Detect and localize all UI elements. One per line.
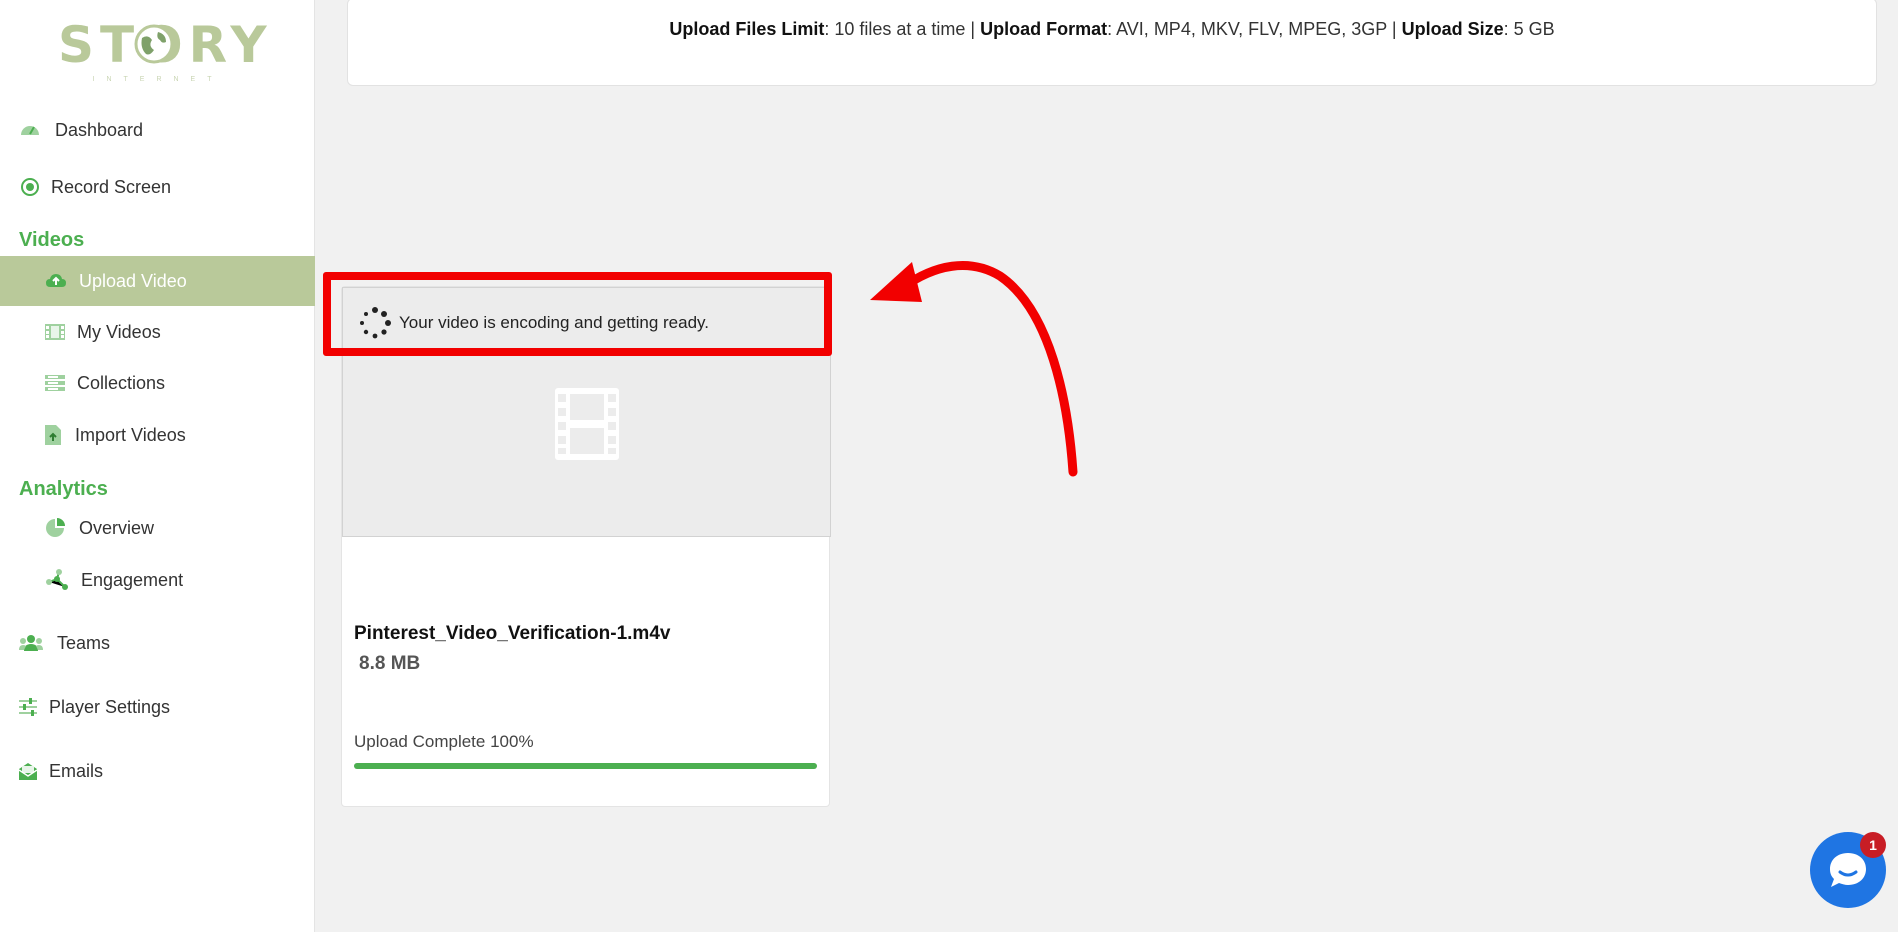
upload-progress-bar: [354, 763, 817, 769]
list-icon: [45, 375, 65, 391]
video-file-size: 8.8 MB: [359, 653, 421, 674]
users-icon: [19, 635, 43, 651]
sidebar-item-label: Emails: [49, 760, 104, 781]
sidebar-item-emails[interactable]: Emails: [0, 746, 315, 796]
chat-bubble-icon: [1830, 853, 1866, 887]
sidebar-item-label: Engagement: [81, 569, 184, 590]
upload-info-panel: Upload Files Limit: 10 files at a time |…: [347, 0, 1877, 86]
sidebar-item-dashboard[interactable]: Dashboard: [0, 105, 315, 155]
sidebar-item-overview[interactable]: Overview: [0, 503, 315, 553]
logo-subtext: INTERNET: [92, 76, 224, 83]
sidebar-item-my-videos[interactable]: My Videos: [0, 307, 315, 357]
sidebar-item-record-screen[interactable]: Record Screen: [0, 162, 315, 212]
video-card[interactable]: Your video is encoding and getting ready…: [341, 286, 831, 807]
size-value: : 5 GB: [1503, 19, 1555, 39]
nodes-icon: [46, 569, 68, 590]
sidebar-item-player-settings[interactable]: Player Settings: [0, 682, 315, 732]
section-heading-analytics: Analytics: [19, 478, 108, 500]
sliders-icon: [19, 698, 37, 716]
upload-info-text: Upload Files Limit: 10 files at a time |…: [348, 19, 1876, 40]
upload-progress-fill: [354, 763, 817, 769]
files-limit-label: Upload Files Limit: [669, 19, 825, 39]
sidebar-item-label: Dashboard: [55, 119, 144, 140]
cloud-upload-icon: [46, 274, 66, 287]
sidebar-item-import-videos[interactable]: Import Videos: [0, 410, 315, 460]
file-import-icon: [45, 425, 61, 445]
record-icon: [21, 178, 39, 196]
upload-status-text: Upload Complete 100%: [354, 732, 534, 751]
sidebar-item-teams[interactable]: Teams: [0, 618, 315, 668]
sidebar-item-engagement[interactable]: Engagement: [0, 555, 315, 605]
envelope-icon: [19, 763, 37, 780]
sidebar-item-label: Import Videos: [75, 424, 186, 445]
sidebar-item-label: Record Screen: [51, 176, 172, 197]
size-label: Upload Size: [1401, 19, 1504, 39]
format-label: Upload Format: [980, 19, 1108, 39]
sidebar-item-label: My Videos: [77, 321, 161, 342]
annotation-highlight-box: [323, 272, 832, 356]
story-internet-logo[interactable]: STORY INTERNET: [58, 10, 267, 83]
sidebar-item-label: Teams: [57, 632, 111, 653]
annotation-arrow-icon: [870, 261, 1078, 477]
format-value: : AVI, MP4, MKV, FLV, MPEG, 3GP |: [1107, 19, 1402, 39]
pie-chart-icon: [46, 518, 65, 537]
sidebar-item-label: Upload Video: [79, 270, 187, 291]
sidebar-item-label: Overview: [79, 517, 155, 538]
film-strip-icon: [45, 324, 65, 340]
files-limit-value: : 10 files at a time |: [824, 19, 981, 39]
sidebar-item-upload-video[interactable]: Upload Video: [0, 256, 315, 306]
chat-notification-badge: 1: [1860, 832, 1886, 858]
video-placeholder-film-icon: [555, 388, 619, 460]
globe-icon: [134, 24, 174, 64]
sidebar-item-collections[interactable]: Collections: [0, 358, 315, 408]
section-heading-videos: Videos: [19, 229, 85, 251]
dashboard-gauge-icon: [21, 126, 39, 135]
sidebar: STORY INTERNET Dashboard Record Screen V…: [0, 0, 315, 932]
sidebar-item-label: Collections: [77, 372, 166, 393]
video-file-name: Pinterest_Video_Verification-1.m4v: [354, 623, 671, 644]
sidebar-item-label: Player Settings: [49, 696, 171, 717]
